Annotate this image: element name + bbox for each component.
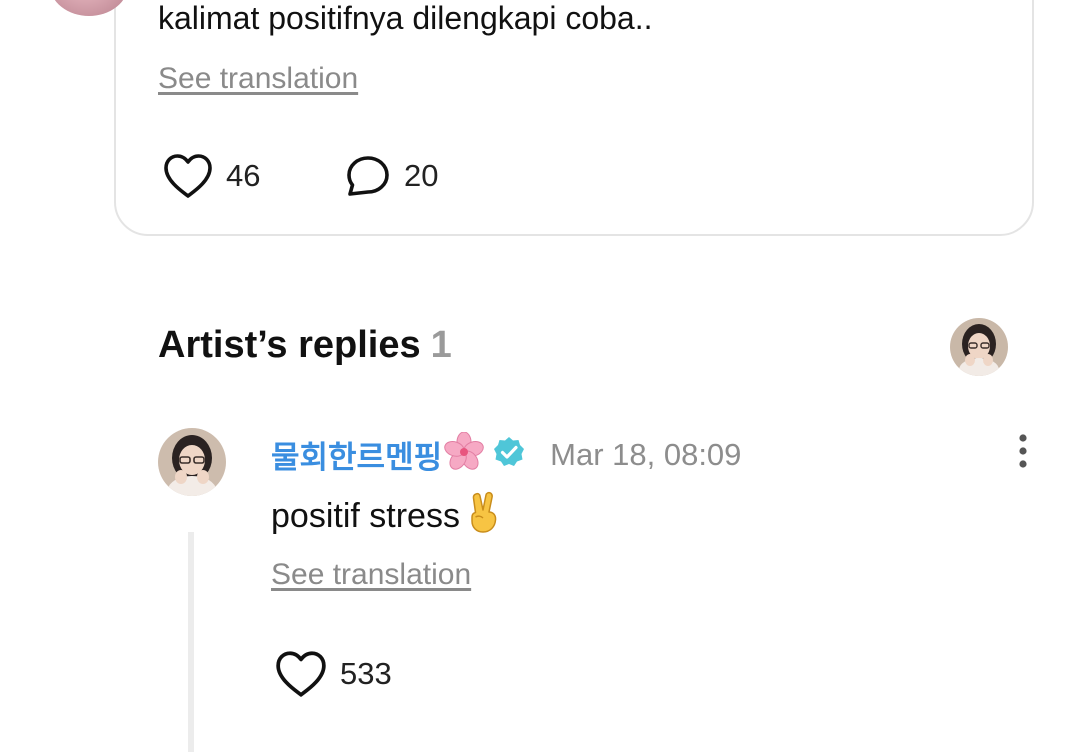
reply-author-name[interactable]: 물회한르멘핑 <box>271 432 442 477</box>
post-comment-button[interactable]: 20 <box>344 153 438 199</box>
post-like-button[interactable]: 46 <box>162 152 260 200</box>
reply-text: positif stress <box>271 497 460 535</box>
verified-badge-icon <box>492 435 526 474</box>
more-vertical-icon <box>1019 434 1027 468</box>
more-options-button[interactable] <box>1008 432 1038 472</box>
artist-replies-title: Artist’s replies <box>158 324 421 366</box>
reply-header: 물회한르멘핑 Mar 18, 08:09 <box>271 431 742 477</box>
heart-icon <box>164 154 212 198</box>
cherry-blossom-icon <box>444 431 484 477</box>
reply-author-avatar[interactable] <box>158 428 226 496</box>
post-author-avatar[interactable] <box>50 0 128 16</box>
post-comment-count: 20 <box>404 158 439 193</box>
reply-like-button[interactable]: 533 <box>274 649 392 699</box>
post-text: kalimat positifnya dilengkapi coba.. <box>158 0 653 36</box>
artist-replies-count: 1 <box>430 324 452 366</box>
post-see-translation-link[interactable]: See translation <box>158 62 358 96</box>
reply-like-count: 533 <box>340 656 392 691</box>
artist-replies-heading: Artist’s replies 1 <box>158 324 452 367</box>
post-like-count: 46 <box>226 158 261 193</box>
reply-thread-line <box>188 532 194 752</box>
victory-hand-icon <box>464 490 504 543</box>
reply-timestamp: Mar 18, 08:09 <box>550 436 742 472</box>
comment-bubble-icon <box>347 156 389 196</box>
reply-text-row: positif stress <box>271 490 504 543</box>
heart-icon <box>276 651 326 697</box>
artist-avatar[interactable] <box>950 318 1008 376</box>
reply-see-translation-link[interactable]: See translation <box>271 558 471 592</box>
